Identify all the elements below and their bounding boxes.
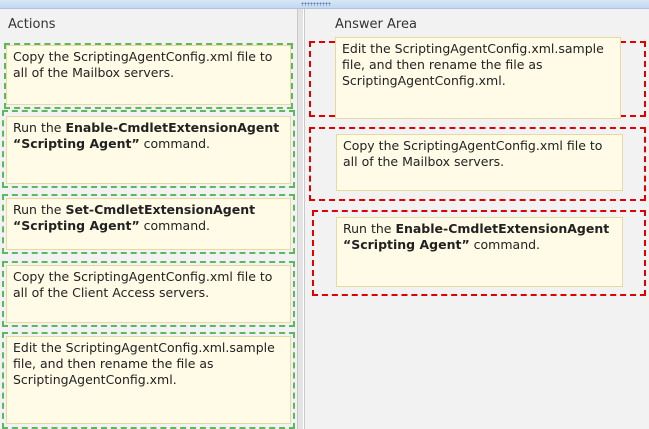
answer-item-2[interactable]: Copy the ScriptingAgentConfig.xml file t… [336,134,623,191]
answer-panel: Answer Area Edit the ScriptingAgentConfi… [304,9,649,429]
panel-divider [298,9,303,429]
action-item-1[interactable]: Copy the ScriptingAgentConfig.xml file t… [6,45,291,105]
splitter-bar [0,0,649,9]
actions-title: Actions [8,17,56,32]
answer-item-1[interactable]: Edit the ScriptingAgentConfig.xml.sample… [335,37,621,119]
action-item-3[interactable]: Run the Set-CmdletExtensionAgent “Script… [6,198,291,250]
action-item-4[interactable]: Copy the ScriptingAgentConfig.xml file t… [6,265,291,323]
answer-item-3[interactable]: Run the Enable-CmdletExtensionAgent “Scr… [336,217,623,287]
splitter-grip-icon[interactable] [301,2,331,6]
actions-panel: Actions Copy the ScriptingAgentConfig.xm… [0,9,298,429]
action-item-5[interactable]: Edit the ScriptingAgentConfig.xml.sample… [6,336,291,424]
action-item-2[interactable]: Run the Enable-CmdletExtensionAgent “Scr… [6,116,291,184]
answer-title: Answer Area [335,17,417,32]
